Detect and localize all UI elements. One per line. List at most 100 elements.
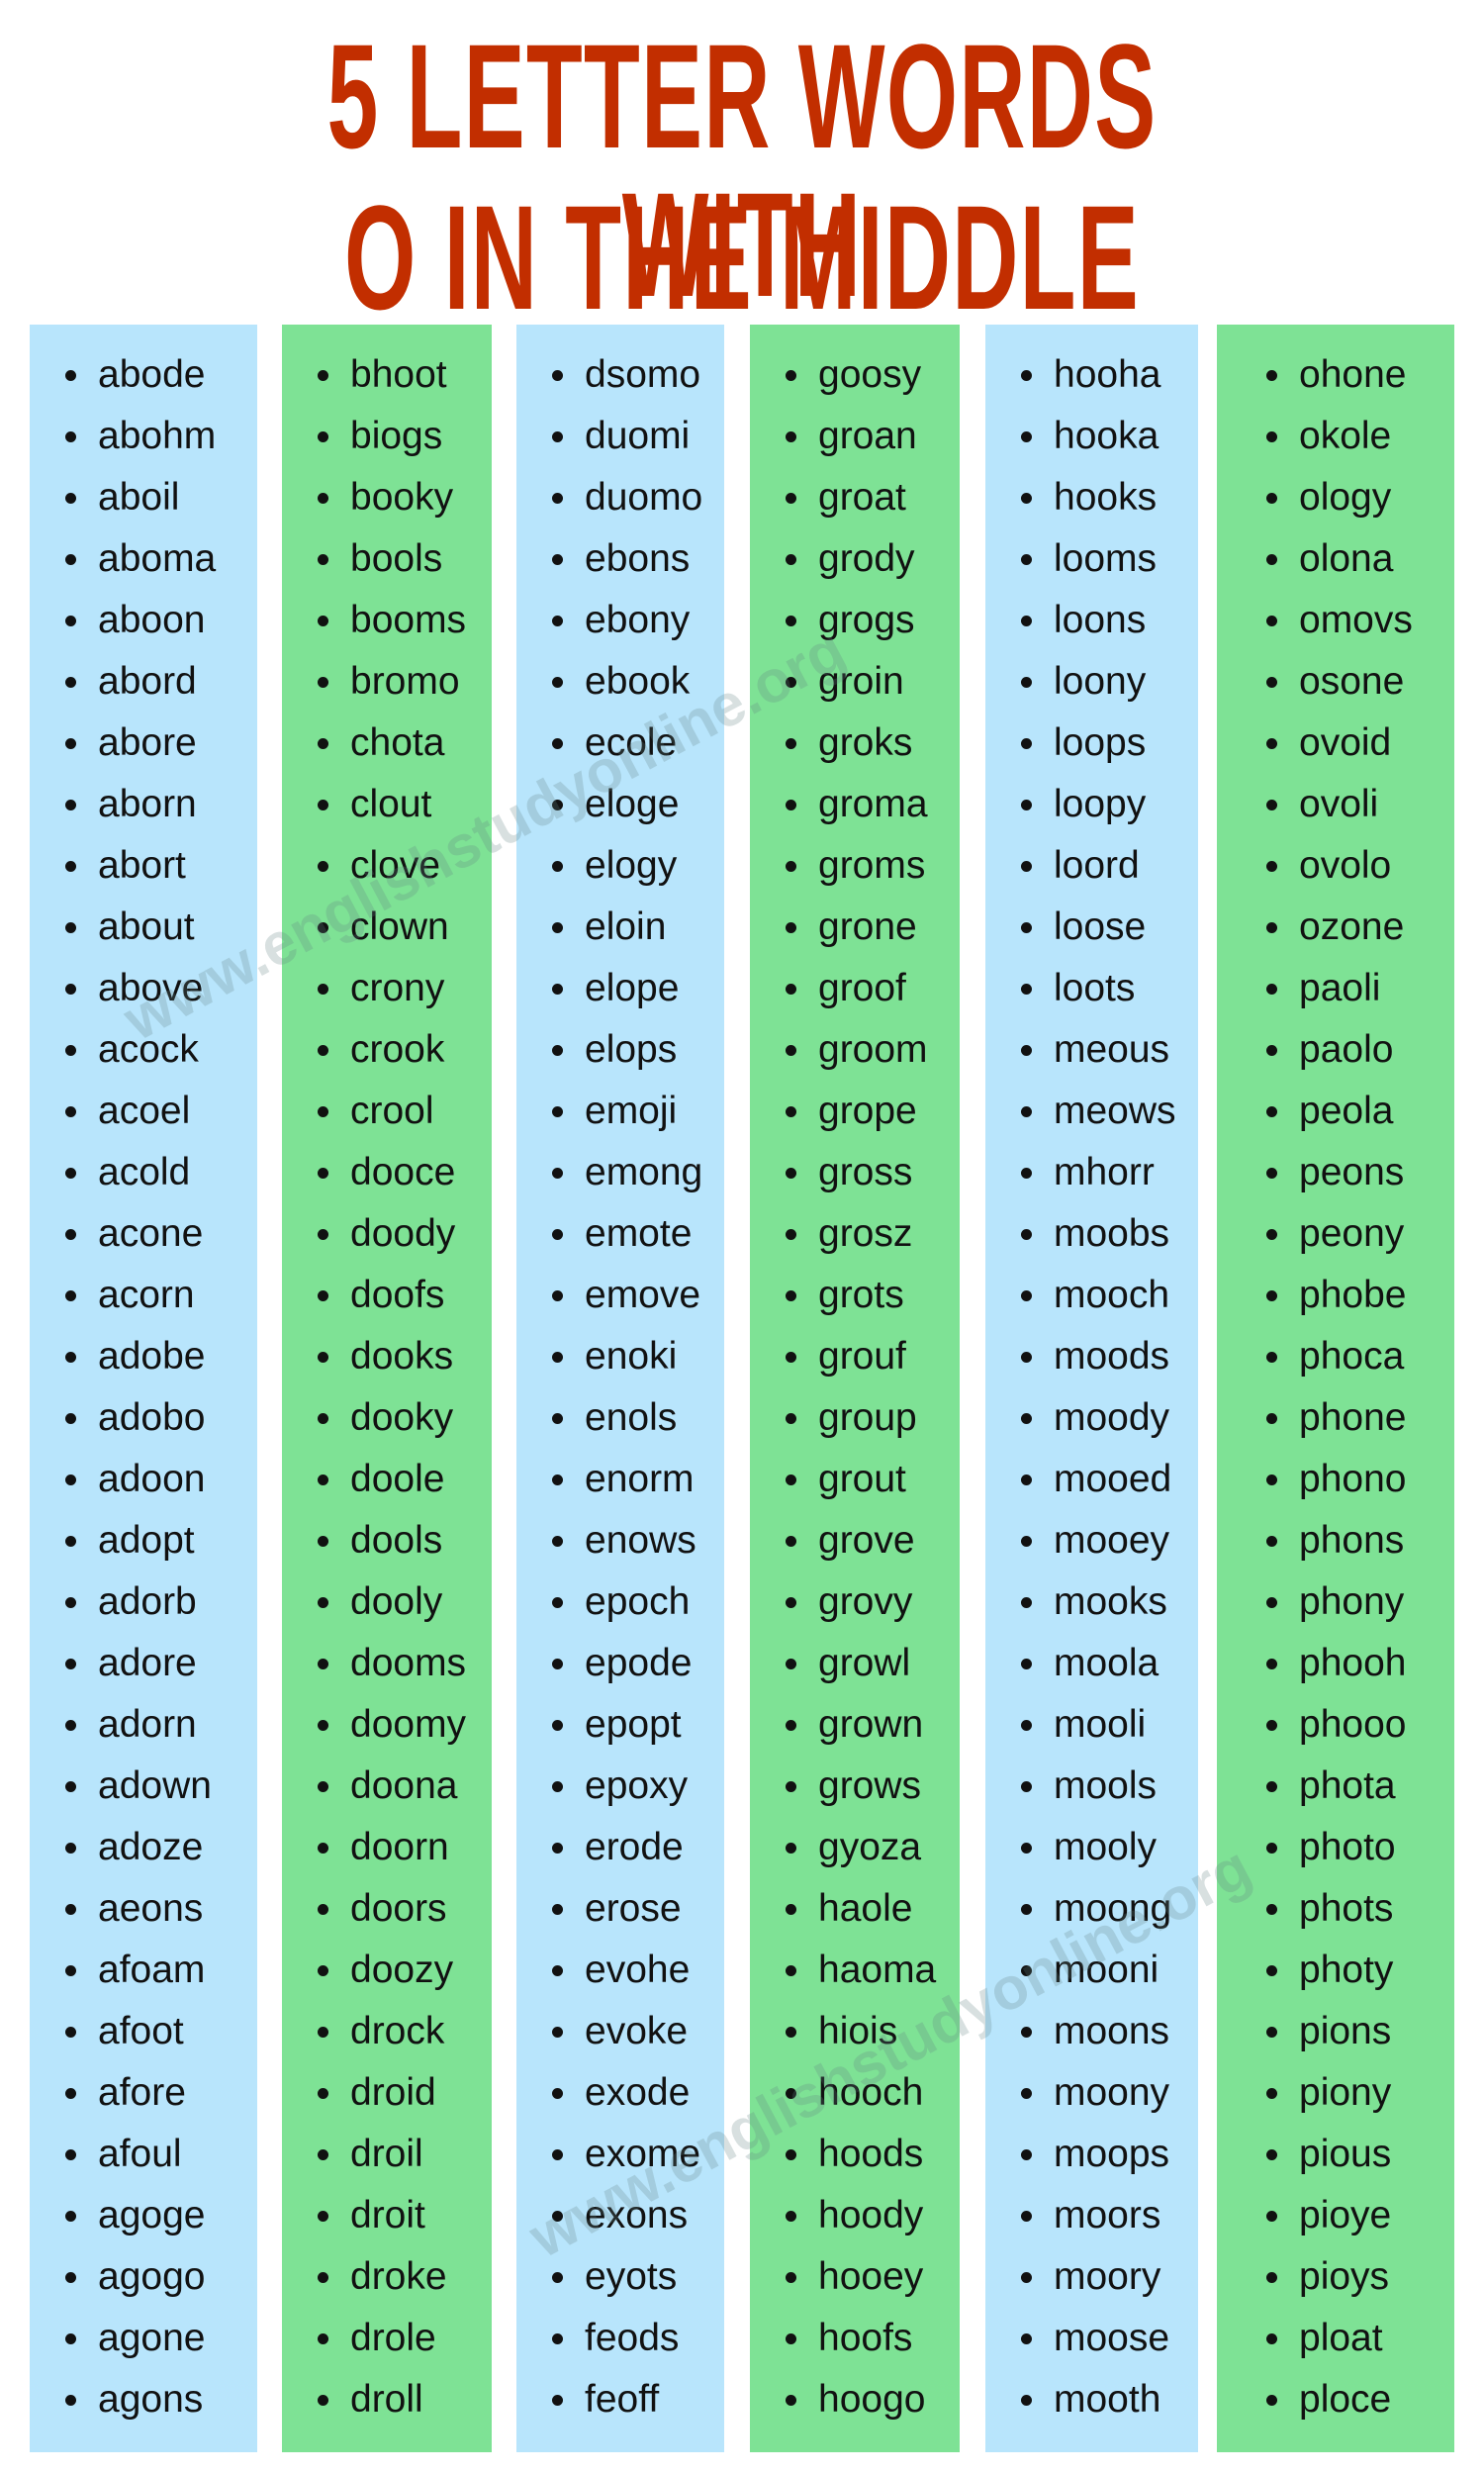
word-text: peons (1299, 1151, 1405, 1193)
word-list-item: grogs (786, 590, 960, 651)
bullet-icon (786, 1474, 796, 1485)
word-list-item: loopy (1021, 774, 1198, 835)
word-text: moory (1054, 2255, 1161, 2298)
word-list: ohone okole ology olona omovs osone ovoid ovoli… (1217, 325, 1454, 2430)
word-column-5: hooha hooka hooks looms loons loony loops loopy… (985, 325, 1198, 2452)
word-text: ovoli (1299, 783, 1379, 825)
word-list-item: phony (1266, 1571, 1454, 1633)
word-text: ology (1299, 476, 1392, 519)
bullet-icon (786, 1105, 796, 1117)
word-list-item: elops (552, 1019, 724, 1081)
bullet-icon (786, 1596, 796, 1608)
word-text: pious (1299, 2133, 1392, 2175)
bullet-icon (552, 369, 563, 381)
word-list-item: peola (1266, 1081, 1454, 1142)
word-text: epopt (585, 1703, 682, 1746)
word-text: looms (1054, 537, 1158, 580)
bullet-icon (1266, 1780, 1277, 1792)
word-list-item: clown (318, 897, 492, 958)
word-list-item: moons (1021, 2001, 1198, 2062)
word-list-item: loots (1021, 958, 1198, 1019)
bullet-icon (318, 676, 328, 688)
bullet-icon (65, 1228, 76, 1240)
word-list-item: group (786, 1387, 960, 1449)
word-list-item: pioys (1266, 2246, 1454, 2308)
bullet-icon (552, 1719, 563, 1731)
word-list-item: peony (1266, 1203, 1454, 1265)
word-list-item: droid (318, 2062, 492, 2124)
bullet-icon (1266, 615, 1277, 626)
bullet-icon (552, 1167, 563, 1179)
word-text: afore (98, 2071, 186, 2114)
word-text: acoel (98, 1090, 191, 1132)
word-list: bhoot biogs booky bools booms bromo chota clout… (282, 325, 492, 2430)
word-list-item: acone (65, 1203, 257, 1265)
word-text: emote (585, 1212, 693, 1255)
bullet-icon (786, 1167, 796, 1179)
bullet-icon (1266, 1964, 1277, 1976)
word-list-item: doorn (318, 1817, 492, 1878)
bullet-icon (786, 1964, 796, 1976)
word-list-item: acorn (65, 1265, 257, 1326)
bullet-icon (318, 492, 328, 504)
word-text: moobs (1054, 1212, 1170, 1255)
word-list-item: paolo (1266, 1019, 1454, 1081)
bullet-icon (318, 1289, 328, 1301)
bullet-icon (65, 553, 76, 565)
word-list-item: loose (1021, 897, 1198, 958)
word-list-item: clove (318, 835, 492, 897)
word-list-item: duomo (552, 467, 724, 528)
word-text: grosz (818, 1212, 913, 1255)
bullet-icon (1021, 1842, 1032, 1854)
word-text: piony (1299, 2071, 1392, 2114)
word-list-item: epoxy (552, 1756, 724, 1817)
bullet-icon (318, 2026, 328, 2038)
word-text: adorb (98, 1580, 197, 1623)
bullet-icon (1266, 1167, 1277, 1179)
word-list-item: above (65, 958, 257, 1019)
bullet-icon (552, 1780, 563, 1792)
bullet-icon (786, 2394, 796, 2406)
word-text: drock (350, 2010, 445, 2052)
word-text: adoze (98, 1826, 204, 1868)
word-list-item: groom (786, 1019, 960, 1081)
word-text: groma (818, 783, 928, 825)
word-list-item: grone (786, 897, 960, 958)
word-list-item: doomy (318, 1694, 492, 1756)
word-list-item: groof (786, 958, 960, 1019)
word-text: drole (350, 2317, 436, 2359)
word-list-item: phobe (1266, 1265, 1454, 1326)
word-list-item: clout (318, 774, 492, 835)
word-list-item: elope (552, 958, 724, 1019)
word-text: moong (1054, 1887, 1172, 1930)
word-list-item: mhorr (1021, 1142, 1198, 1203)
word-text: abore (98, 721, 197, 764)
word-text: grone (818, 905, 917, 948)
bullet-icon (65, 1351, 76, 1363)
word-text: acorn (98, 1274, 195, 1316)
word-list-item: ology (1266, 467, 1454, 528)
word-text: emove (585, 1274, 701, 1316)
bullet-icon (1021, 1044, 1032, 1056)
word-list-item: ebony (552, 590, 724, 651)
word-text: hoofs (818, 2317, 913, 2359)
word-list-item: aborn (65, 774, 257, 835)
word-text: droit (350, 2194, 425, 2236)
word-text: doody (350, 1212, 456, 1255)
word-text: phone (1299, 1396, 1407, 1439)
bullet-icon (65, 737, 76, 749)
word-text: mooed (1054, 1458, 1172, 1500)
word-list-item: crook (318, 1019, 492, 1081)
bullet-icon (318, 1596, 328, 1608)
word-text: grouf (818, 1335, 906, 1378)
bullet-icon (552, 799, 563, 810)
bullet-icon (1021, 737, 1032, 749)
bullet-icon (318, 1167, 328, 1179)
word-column-1: abode abohm aboil aboma aboon abord abore aborn… (30, 325, 257, 2452)
bullet-icon (1021, 676, 1032, 688)
word-text: agons (98, 2378, 204, 2421)
bullet-icon (552, 1289, 563, 1301)
word-text: agone (98, 2317, 206, 2359)
word-list-item: moong (1021, 1878, 1198, 1940)
word-text: afoot (98, 2010, 184, 2052)
